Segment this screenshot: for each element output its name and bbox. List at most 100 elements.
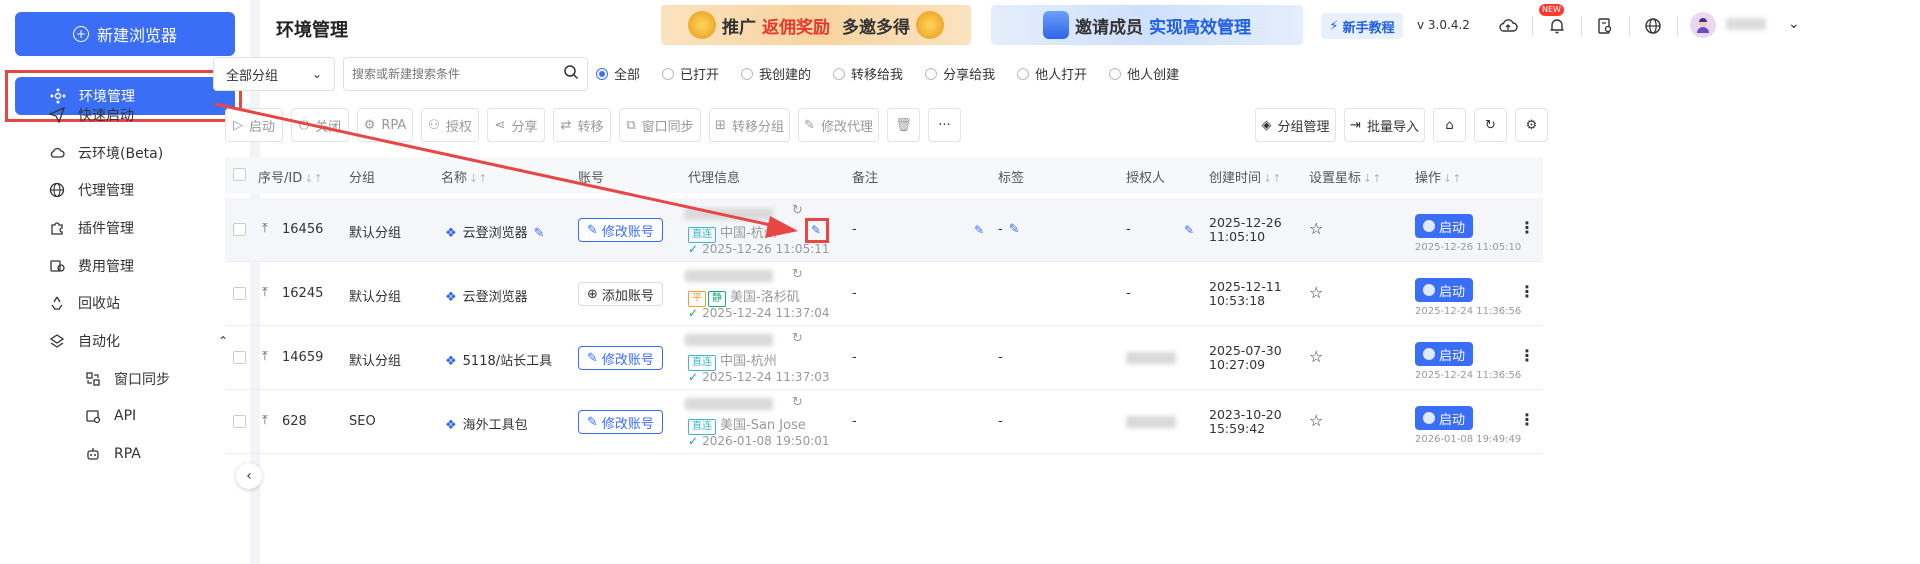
bell-icon[interactable] <box>1545 14 1569 38</box>
launch-button[interactable]: 启动 <box>1415 406 1473 430</box>
row-name[interactable]: ❖ 云登浏览器 ✎ <box>445 222 545 241</box>
row-name[interactable]: ❖ 云登浏览器 <box>445 286 528 305</box>
launch-button[interactable]: 启动 <box>1415 342 1473 366</box>
row-checkbox[interactable] <box>233 415 246 428</box>
pin-top-icon[interactable]: ⤒ <box>262 413 268 428</box>
row-name[interactable]: ❖ 海外工具包 <box>445 414 528 433</box>
row-checkbox[interactable] <box>233 223 246 236</box>
star-icon[interactable]: ☆ <box>1309 219 1323 238</box>
row-checkbox[interactable] <box>233 351 246 364</box>
pin-top-icon[interactable]: ⤒ <box>262 221 268 236</box>
delete-button[interactable]: 🗑 <box>887 108 920 142</box>
proxy-info: 平静美国-洛杉矶 <box>688 286 800 307</box>
launch-label: 启动 <box>1438 348 1465 364</box>
row-name-text: 云登浏览器 <box>462 290 528 305</box>
refresh-proxy-icon[interactable]: ↻ <box>792 203 803 218</box>
launch-label: 启动 <box>1438 412 1465 428</box>
pin-top-icon[interactable]: ⤒ <box>262 285 268 300</box>
radio-opened-by-others[interactable]: 他人打开 <box>1017 64 1087 83</box>
chevron-down-icon[interactable]: ⌄ <box>1788 16 1800 32</box>
radio-transferred-to-me[interactable]: 转移给我 <box>833 64 903 83</box>
search-icon[interactable] <box>563 64 579 84</box>
user-name-redacted <box>1726 18 1766 30</box>
table-row[interactable]: ⤒ 628 SEO ❖ 海外工具包 ✎ 修改账号 ↻ 直连 美国-San Jose ✓… <box>225 390 1543 454</box>
table-row[interactable]: ⤒ 16245 默认分组 ❖ 云登浏览器 ⊕ 添加账号 ↻ 平静美国-洛杉矶 ✓ 20… <box>225 262 1543 326</box>
group-filter-select[interactable]: 全部分组 ⌄ <box>213 57 335 91</box>
edit-name-icon[interactable]: ✎ <box>534 226 545 241</box>
radio-created-by-me[interactable]: 我创建的 <box>741 64 811 83</box>
refresh-proxy-icon[interactable]: ↻ <box>792 395 803 410</box>
batch-import-button[interactable]: ⇥ 批量导入 <box>1344 108 1425 142</box>
globe-icon <box>48 181 66 199</box>
share-button[interactable]: ⋖ 分享 <box>487 108 545 142</box>
edit-tag-icon[interactable]: ✎ <box>1009 222 1020 237</box>
col-star[interactable]: 设置星标 ↓↑ <box>1309 167 1381 186</box>
row-more-icon[interactable]: ⋮ <box>1519 410 1535 429</box>
star-icon[interactable]: ☆ <box>1309 411 1323 430</box>
cloud-upload-icon[interactable] <box>1496 14 1520 38</box>
tag-button[interactable]: ⌂ <box>1433 108 1466 142</box>
close-button[interactable]: ⏻ 关闭 <box>291 108 349 142</box>
table-row[interactable]: ⤒ 14659 默认分组 ❖ 5118/站长工具 ✎ 修改账号 ↻ 直连 中国-杭州 … <box>225 326 1543 390</box>
invite-banner[interactable]: 邀请成员 实现高效管理 <box>991 5 1303 45</box>
table-row[interactable]: ⤒ 16456 默认分组 ❖ 云登浏览器 ✎ ✎ 修改账号 ↻ 直连 中国-杭州 ✎ ✓… <box>225 198 1543 262</box>
scope-radio-group: 全部 已打开 我创建的 转移给我 分享给我 他人打开 他人创建 <box>596 64 1201 83</box>
refresh-proxy-icon[interactable]: ↻ <box>792 331 803 346</box>
row-more-icon[interactable]: ⋮ <box>1519 282 1535 301</box>
document-search-icon[interactable] <box>1593 14 1617 38</box>
edit-note-icon[interactable]: ✎ <box>974 223 984 237</box>
select-all-checkbox[interactable] <box>233 168 246 181</box>
row-id: 16456 <box>282 222 324 237</box>
modify-account-button[interactable]: ✎ 修改账号 <box>578 410 663 434</box>
rpa-button[interactable]: ⚙ RPA <box>357 108 413 142</box>
col-id[interactable]: 序号/ID ↓↑ <box>258 167 323 186</box>
row-more-icon[interactable]: ⋮ <box>1519 346 1535 365</box>
modify-account-button[interactable]: ✎ 修改账号 <box>578 346 663 370</box>
authorize-button[interactable]: ⚇ 授权 <box>421 108 479 142</box>
star-icon[interactable]: ☆ <box>1309 347 1323 366</box>
new-browser-button[interactable]: + 新建浏览器 <box>15 12 235 56</box>
row-name[interactable]: ❖ 5118/站长工具 <box>445 350 552 369</box>
radio-created-by-others[interactable]: 他人创建 <box>1109 64 1179 83</box>
more-actions-button[interactable]: ··· <box>928 108 961 142</box>
row-more-icon[interactable]: ⋮ <box>1519 218 1535 237</box>
modify-account-button[interactable]: ✎ 修改账号 <box>578 218 663 242</box>
settings-button[interactable]: ⚙ <box>1515 108 1548 142</box>
start-button[interactable]: ▷ 启动 <box>225 108 283 142</box>
window-sync-button[interactable]: ⧉ 窗口同步 <box>619 108 701 142</box>
col-action[interactable]: 操作 ↓↑ <box>1415 167 1461 186</box>
search-input[interactable] <box>352 67 563 81</box>
modify-proxy-button[interactable]: ✎ 修改代理 <box>798 108 879 142</box>
language-globe-icon[interactable] <box>1641 14 1665 38</box>
sidebar-item-rpa[interactable]: RPA <box>0 432 250 476</box>
launch-button[interactable]: 启动 <box>1415 214 1473 238</box>
star-icon[interactable]: ☆ <box>1309 283 1323 302</box>
pin-top-icon[interactable]: ⤒ <box>262 349 268 364</box>
transfer-group-button[interactable]: ⊞ 转移分组 <box>709 108 790 142</box>
refresh-proxy-icon[interactable]: ↻ <box>792 267 803 282</box>
referral-banner[interactable]: 推广 返佣奖励 多邀多得 <box>661 5 971 45</box>
radio-shared-to-me[interactable]: 分享给我 <box>925 64 995 83</box>
browser-logo-icon: ❖ <box>445 290 457 305</box>
radio-opened[interactable]: 已打开 <box>662 64 719 83</box>
row-checkbox[interactable] <box>233 287 246 300</box>
tool-label: 授权 <box>445 119 472 135</box>
collapse-sidebar-button[interactable]: ‹ <box>236 463 262 489</box>
radio-label: 我创建的 <box>759 68 812 83</box>
sidebar-item-label: 自动化 <box>78 334 120 350</box>
launch-button[interactable]: 启动 <box>1415 278 1473 302</box>
edit-icon: ✎ <box>587 414 598 430</box>
tutorial-button[interactable]: ⚡ 新手教程 <box>1321 13 1403 39</box>
col-name[interactable]: 名称 ↓↑ <box>441 167 487 186</box>
refresh-button[interactable]: ↻ <box>1474 108 1507 142</box>
group-manage-button[interactable]: ◈ 分组管理 <box>1255 108 1336 142</box>
search-box[interactable] <box>343 57 588 91</box>
edit-authorizer-icon[interactable]: ✎ <box>1184 223 1194 237</box>
add-account-button[interactable]: ⊕ 添加账号 <box>578 282 663 306</box>
col-tags: 标签 <box>998 171 1025 186</box>
avatar[interactable] <box>1690 12 1716 38</box>
transfer-button[interactable]: ⇄ 转移 <box>553 108 611 142</box>
chevron-down-icon: ⌄ <box>311 67 322 81</box>
col-created[interactable]: 创建时间 ↓↑ <box>1209 167 1281 186</box>
radio-all[interactable]: 全部 <box>596 64 640 83</box>
